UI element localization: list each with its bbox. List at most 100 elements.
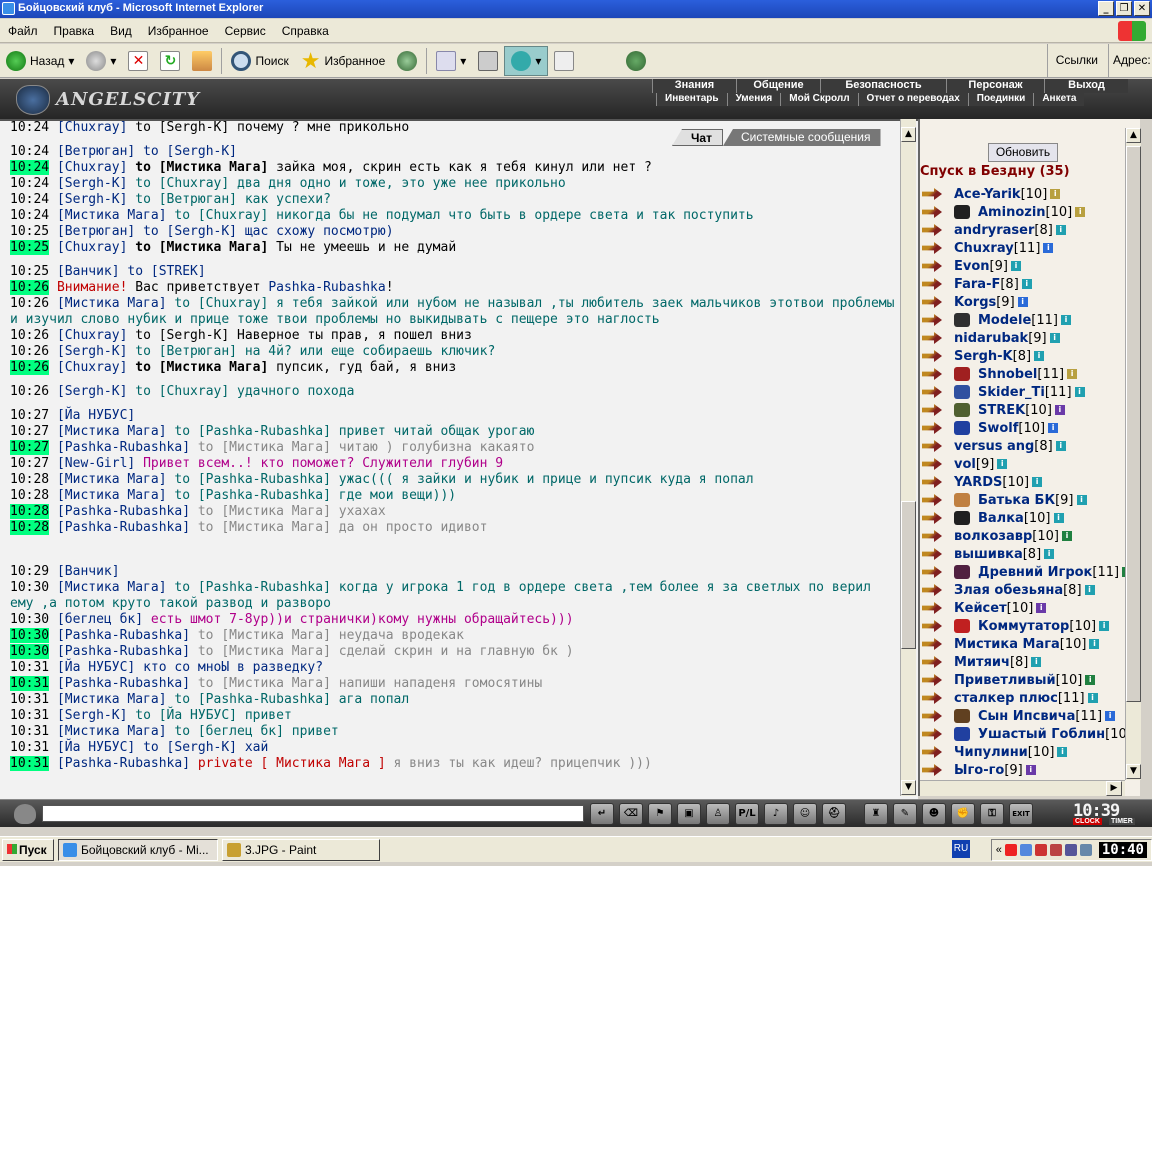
volume-icon[interactable] (1064, 844, 1077, 856)
nav-knowledge[interactable]: Знания (652, 79, 736, 93)
scroll-icon[interactable]: ✎ (893, 803, 917, 825)
taskbar-item-paint[interactable]: 3.JPG - Paint (222, 839, 380, 861)
user-info-icon[interactable]: i (1084, 585, 1095, 595)
roster-hscrollbar[interactable]: ▶ (920, 780, 1125, 796)
chevron-down-icon[interactable]: ▾ (460, 54, 466, 68)
nav-exit[interactable]: Выход (1044, 79, 1128, 93)
chat-scrollbar[interactable]: ▲ ▼ (900, 119, 916, 796)
user-name[interactable]: волкозавр (954, 529, 1032, 544)
user-name[interactable]: andryraser (954, 223, 1034, 238)
user-info-icon[interactable]: i (1032, 477, 1043, 487)
private-message-arrow-icon[interactable] (922, 368, 942, 380)
forward-button[interactable]: ▾ (80, 46, 122, 76)
antivirus-icon[interactable] (1034, 844, 1047, 856)
user-name[interactable]: сталкер плюс (954, 691, 1058, 706)
user-name[interactable]: Swolf (978, 421, 1018, 436)
clan-emblem-icon[interactable] (954, 727, 970, 741)
message-time[interactable]: 10:31 (10, 660, 49, 675)
sound-icon[interactable]: ♪ (764, 803, 788, 825)
message-author[interactable]: [Pashka-Rubashka] (57, 644, 190, 659)
private-message-arrow-icon[interactable] (922, 674, 942, 686)
user-name[interactable]: Коммутатор (978, 619, 1069, 634)
user-name[interactable]: вышивка (954, 547, 1023, 562)
eraser-icon[interactable]: ⌫ (619, 803, 643, 825)
search-button[interactable]: Поиск (225, 46, 294, 76)
clan-emblem-icon[interactable] (954, 403, 970, 417)
message-time[interactable]: 10:30 (10, 644, 50, 659)
user-info-icon[interactable]: i (1025, 765, 1036, 775)
user-info-icon[interactable]: i (1074, 387, 1085, 397)
refresh-button[interactable]: ↻ (154, 46, 186, 76)
private-message-arrow-icon[interactable] (922, 494, 942, 506)
tray-expand-icon[interactable]: « (996, 844, 1002, 856)
user-info-icon[interactable]: i (1048, 423, 1059, 433)
user-info-icon[interactable]: i (1044, 549, 1055, 559)
opera-icon[interactable] (1004, 844, 1017, 856)
private-message-arrow-icon[interactable] (922, 512, 942, 524)
user-name[interactable]: Skider_Ti (978, 385, 1045, 400)
message-author[interactable]: [Sergh-K] (57, 176, 127, 191)
user-name[interactable]: Ace-Yarik (954, 187, 1021, 202)
user-name[interactable]: versus ang (954, 439, 1034, 454)
message-author[interactable]: [Ветрюган] (57, 224, 135, 239)
message-time[interactable]: 10:24 (10, 121, 49, 135)
message-time[interactable]: 10:30 (10, 580, 49, 595)
private-message-arrow-icon[interactable] (922, 458, 942, 470)
private-message-arrow-icon[interactable] (922, 278, 942, 290)
message-time[interactable]: 10:30 (10, 612, 49, 627)
message-time[interactable]: 10:27 (10, 440, 50, 455)
message-time[interactable]: 10:24 (10, 192, 49, 207)
user-info-icon[interactable]: i (1075, 207, 1086, 217)
user-info-icon[interactable]: i (1087, 693, 1098, 703)
speaker-head-icon[interactable] (14, 804, 36, 824)
favorites-button[interactable]: ★ Избранное (295, 46, 392, 76)
menu-edit[interactable]: Правка (46, 24, 103, 38)
scroll-thumb[interactable] (901, 501, 916, 649)
message-time[interactable]: 10:31 (10, 708, 49, 723)
message-time[interactable]: 10:25 (10, 224, 49, 239)
user-name[interactable]: Мистика Мага (954, 637, 1060, 652)
nav-character[interactable]: Персонаж (946, 79, 1044, 93)
language-indicator[interactable]: RU (952, 840, 970, 858)
message-author[interactable]: [Pashka-Rubashka] (57, 756, 190, 771)
user-info-icon[interactable]: i (1055, 225, 1066, 235)
timer-label[interactable]: TIMER (1109, 818, 1135, 825)
message-author[interactable]: [Мистика Мага] (57, 692, 167, 707)
user-info-icon[interactable]: i (1053, 513, 1064, 523)
menu-file[interactable]: Файл (0, 24, 46, 38)
user-info-icon[interactable]: i (1049, 333, 1060, 343)
message-time[interactable]: 10:26 (10, 280, 50, 295)
user-name[interactable]: nidarubak (954, 331, 1028, 346)
message-author[interactable]: [Pashka-Rubashka] (57, 504, 190, 519)
person-icon[interactable]: ♙ (706, 803, 730, 825)
message-author[interactable]: [Йа НУБУС] (57, 740, 135, 755)
tab-system-messages[interactable]: Системные сообщения (722, 129, 881, 146)
translit-icon[interactable]: P/L (735, 803, 759, 825)
exit-door-icon[interactable]: EXIT (1009, 803, 1033, 825)
fist-icon[interactable]: ✊ (951, 803, 975, 825)
user-name[interactable]: Злая обезьяна (954, 583, 1063, 598)
nav-my-scroll[interactable]: Мой Скролл (780, 93, 858, 106)
message-time[interactable]: 10:25 (10, 264, 49, 279)
close-button[interactable]: ✕ (1134, 1, 1150, 16)
private-message-arrow-icon[interactable] (922, 296, 942, 308)
private-message-arrow-icon[interactable] (922, 440, 942, 452)
message-time[interactable]: 10:24 (10, 144, 49, 159)
user-name[interactable]: Валка (978, 511, 1024, 526)
message-author[interactable]: [Sergh-K] (57, 384, 127, 399)
message-time[interactable]: 10:26 (10, 384, 49, 399)
user-info-icon[interactable]: i (1036, 603, 1047, 613)
clan-emblem-icon[interactable] (954, 565, 970, 579)
message-author[interactable]: [Pashka-Rubashka] (57, 676, 190, 691)
user-info-icon[interactable]: i (1017, 297, 1028, 307)
user-name[interactable]: Chuxray (954, 241, 1014, 256)
message-time[interactable]: 10:24 (10, 176, 49, 191)
bag-icon[interactable]: ♜ (864, 803, 888, 825)
private-message-arrow-icon[interactable] (922, 260, 942, 272)
stop-button[interactable]: ✕ (122, 46, 154, 76)
private-message-arrow-icon[interactable] (922, 314, 942, 326)
messenger-button[interactable]: ▾ (504, 45, 549, 76)
user-info-icon[interactable]: i (1105, 711, 1116, 721)
message-author[interactable]: [Мистика Мага] (57, 580, 167, 595)
minimize-button[interactable]: _ (1098, 1, 1114, 16)
